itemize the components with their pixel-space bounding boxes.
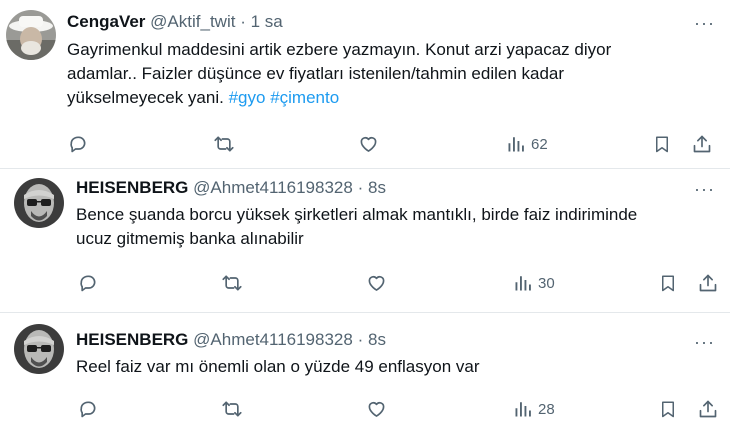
- author-name[interactable]: CengaVer: [67, 12, 145, 31]
- avatar[interactable]: [14, 324, 64, 374]
- retweet-button[interactable]: [221, 268, 243, 298]
- bookmark-button[interactable]: [659, 268, 677, 298]
- view-count: 28: [538, 400, 555, 418]
- action-bar: 30: [0, 268, 730, 298]
- author-name[interactable]: HEISENBERG: [76, 178, 188, 197]
- timestamp[interactable]: 1 sa: [251, 12, 283, 31]
- bookmark-button[interactable]: [653, 129, 671, 159]
- share-icon: [699, 400, 717, 418]
- share-icon: [693, 135, 711, 153]
- tweet-header: HEISENBERG @Ahmet4116198328 · 8s: [76, 178, 386, 198]
- avatar[interactable]: [6, 10, 56, 60]
- views-icon: [508, 137, 524, 152]
- hashtag-link[interactable]: #çimento: [270, 88, 339, 107]
- tweet-text-line: adamlar.. Faizler düşünce ev fiyatları i…: [67, 64, 565, 83]
- more-options-icon[interactable]: ···: [694, 333, 715, 351]
- retweet-button[interactable]: [213, 129, 235, 159]
- avatar[interactable]: [14, 178, 64, 228]
- tweet-text-line: yükselmeyecek yani. #gyo #çimento: [67, 86, 717, 110]
- view-count: 62: [531, 135, 548, 153]
- tweet-text-line: Reel faiz var mı önemli olan o yüzde 49 …: [76, 357, 480, 376]
- views-icon: [515, 276, 531, 291]
- tweet-header: CengaVer @Aktif_twit · 1 sa: [67, 12, 283, 32]
- author-handle[interactable]: @Ahmet4116198328: [193, 330, 353, 349]
- separator-dot: ·: [240, 12, 246, 31]
- tweet-heisenberg-reply[interactable]: HEISENBERG @Ahmet4116198328 · 8s ··· Ree…: [0, 313, 730, 420]
- tweet-text-segment: yükselmeyecek yani.: [67, 88, 224, 107]
- tweet-text: Reel faiz var mı önemli olan o yüzde 49 …: [76, 355, 721, 379]
- timestamp[interactable]: 8s: [368, 330, 386, 349]
- tweet-text-line: Gayrimenkul maddesini artik ezbere yazma…: [67, 40, 612, 59]
- like-icon: [368, 402, 385, 417]
- action-bar: 62: [0, 129, 730, 159]
- tweet-header: HEISENBERG @Ahmet4116198328 · 8s: [76, 330, 386, 350]
- retweet-icon: [222, 401, 242, 417]
- more-options-icon[interactable]: ···: [694, 180, 715, 198]
- reply-icon: [80, 401, 96, 418]
- retweet-icon: [222, 275, 242, 291]
- tweet-feed: CengaVer @Aktif_twit · 1 sa ··· Gayrimen…: [0, 0, 730, 420]
- retweet-icon: [214, 136, 234, 152]
- separator-dot: ·: [357, 330, 364, 349]
- timestamp[interactable]: 8s: [368, 178, 386, 197]
- separator-dot: ·: [357, 178, 364, 197]
- bookmark-icon: [656, 136, 668, 153]
- reply-button[interactable]: [68, 129, 88, 159]
- tweet-text-line: ucuz gitmemiş banka alınabilir: [76, 229, 304, 248]
- tweet-heisenberg-reply[interactable]: HEISENBERG @Ahmet4116198328 · 8s ··· Ben…: [0, 169, 730, 312]
- bookmark-icon: [662, 401, 674, 418]
- view-count: 30: [538, 274, 555, 292]
- tweet-text-line: Bence şuanda borcu yüksek şirketleri alm…: [76, 205, 638, 224]
- reply-icon: [80, 275, 96, 292]
- author-name[interactable]: HEISENBERG: [76, 330, 188, 349]
- like-icon: [360, 137, 377, 152]
- tweet-text: Bence şuanda borcu yüksek şirketleri alm…: [76, 203, 721, 251]
- views-button[interactable]: 30: [514, 268, 555, 298]
- views-icon: [515, 402, 531, 417]
- share-icon: [699, 274, 717, 292]
- share-button[interactable]: [692, 129, 712, 159]
- like-icon: [368, 276, 385, 291]
- share-button[interactable]: [698, 268, 718, 298]
- like-button[interactable]: [366, 268, 387, 298]
- tweet-text: Gayrimenkul maddesini artik ezbere yazma…: [67, 38, 717, 110]
- bookmark-icon: [662, 275, 674, 292]
- more-options-icon[interactable]: ···: [694, 14, 715, 32]
- author-handle[interactable]: @Aktif_twit: [150, 12, 235, 31]
- reply-button[interactable]: [78, 268, 98, 298]
- views-button[interactable]: 62: [507, 129, 548, 159]
- tweet-cengaver[interactable]: CengaVer @Aktif_twit · 1 sa ··· Gayrimen…: [0, 0, 730, 168]
- hashtag-link[interactable]: #gyo: [229, 88, 266, 107]
- reply-icon: [70, 136, 86, 153]
- like-button[interactable]: [358, 129, 379, 159]
- author-handle[interactable]: @Ahmet4116198328: [193, 178, 353, 197]
